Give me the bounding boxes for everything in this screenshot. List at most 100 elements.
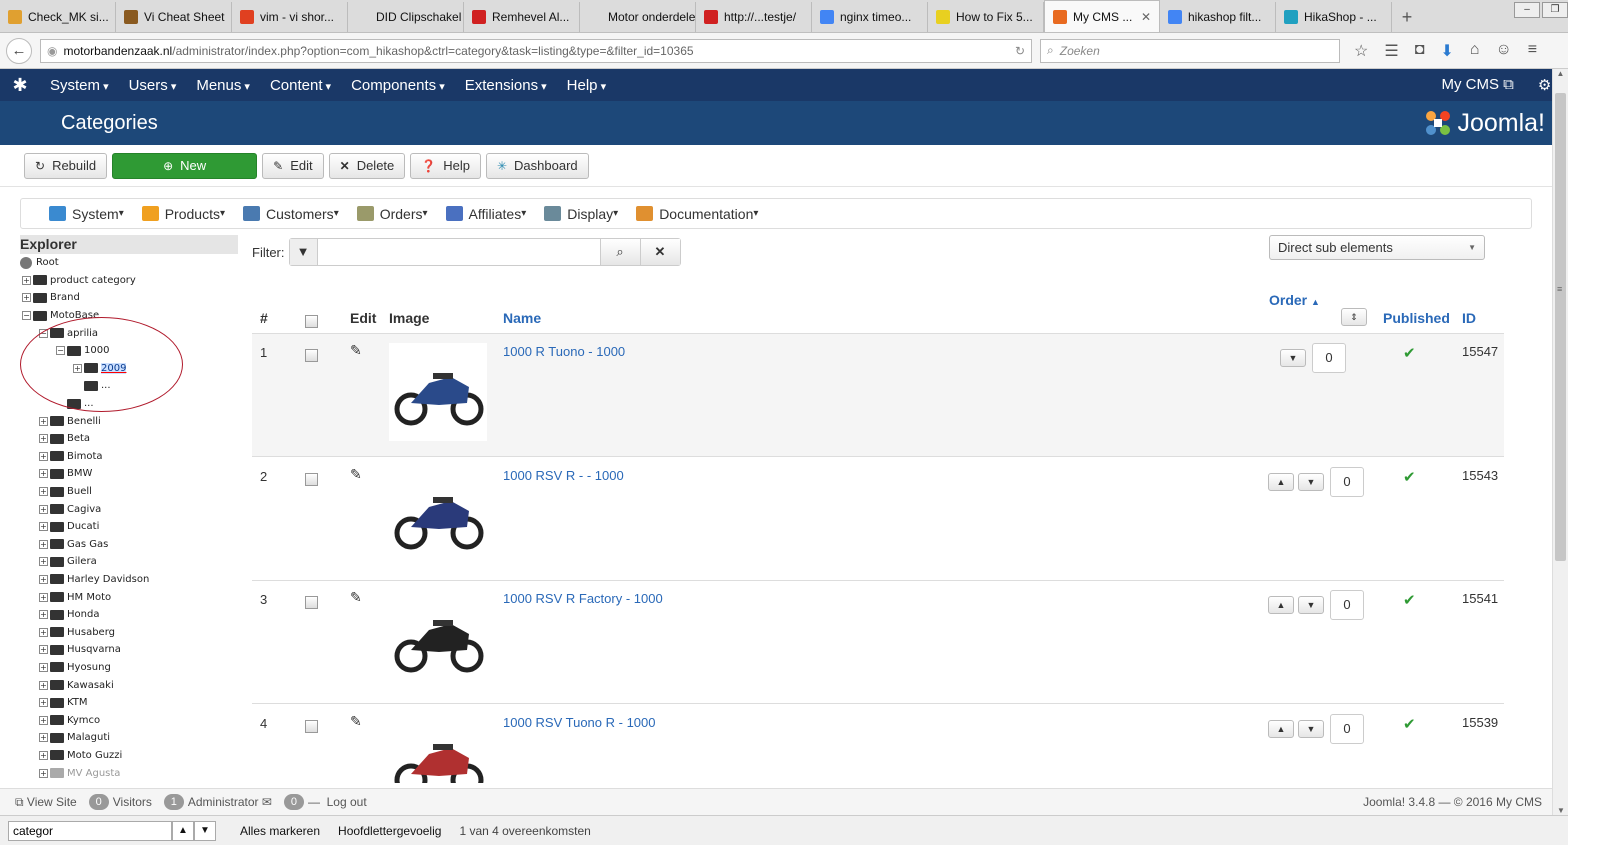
- hikamenu-system[interactable]: System ▾: [49, 206, 124, 222]
- hikamenu-products[interactable]: Products ▾: [141, 206, 225, 222]
- pencil-edit-icon[interactable]: ✎: [350, 713, 362, 730]
- category-name-link[interactable]: 1000 R Tuono - 1000: [503, 344, 625, 359]
- tree-node[interactable]: + Beta: [20, 430, 238, 448]
- find-next-button[interactable]: ▼: [194, 820, 216, 841]
- browser-tab[interactable]: How to Fix 5...: [928, 2, 1044, 32]
- expand-icon[interactable]: +: [39, 416, 48, 426]
- tree-node[interactable]: + Moto Guzzi: [20, 747, 238, 765]
- browser-tab[interactable]: HikaShop - ...: [1276, 2, 1392, 32]
- scroll-up-icon[interactable]: ▲: [1553, 69, 1568, 78]
- tree-root[interactable]: Root: [20, 254, 238, 272]
- hikamenu-customers[interactable]: Customers ▾: [243, 206, 339, 222]
- expand-icon[interactable]: +: [39, 750, 48, 760]
- back-button[interactable]: ←: [6, 37, 32, 64]
- expand-icon[interactable]: +: [39, 733, 48, 743]
- browser-tab[interactable]: nginx timeo...: [812, 2, 928, 32]
- tree-node[interactable]: + Husaberg: [20, 623, 238, 641]
- tree-node[interactable]: + Husqvarna: [20, 641, 238, 659]
- category-name-link[interactable]: 1000 RSV R Factory - 1000: [503, 591, 663, 606]
- expand-icon[interactable]: +: [39, 522, 48, 532]
- row-checkbox[interactable]: [305, 349, 318, 362]
- hikamenu-orders[interactable]: Orders ▾: [356, 206, 428, 222]
- expand-icon[interactable]: +: [39, 698, 48, 708]
- bookmark-star-icon[interactable]: ☆: [1354, 41, 1368, 61]
- hikamenu-affiliates[interactable]: Affiliates ▾: [445, 206, 526, 222]
- dashboard-button[interactable]: ✳ Dashboard: [485, 152, 589, 179]
- published-check-icon[interactable]: ✔: [1403, 468, 1416, 486]
- tree-node[interactable]: + Malaguti: [20, 729, 238, 747]
- move-down-icon[interactable]: ▼: [1298, 596, 1324, 614]
- tree-node[interactable]: + Hyosung: [20, 659, 238, 677]
- direct-sub-elements-select[interactable]: Direct sub elements ▼: [1269, 235, 1485, 260]
- tree-node[interactable]: + Brand: [20, 289, 238, 307]
- tree-node[interactable]: + Honda: [20, 606, 238, 624]
- tree-node[interactable]: +2009: [20, 360, 238, 378]
- expand-icon[interactable]: +: [39, 645, 48, 655]
- logout-link[interactable]: Log out: [327, 795, 367, 809]
- find-previous-button[interactable]: ▲: [172, 820, 194, 841]
- move-up-icon[interactable]: ▲: [1268, 472, 1294, 491]
- hamburger-menu-icon[interactable]: ≡: [1528, 41, 1537, 61]
- menu-menus[interactable]: Menus ▾: [186, 77, 260, 94]
- order-input[interactable]: 0: [1330, 466, 1364, 497]
- pencil-edit-icon[interactable]: ✎: [350, 466, 362, 483]
- tree-node[interactable]: + Kymco: [20, 711, 238, 729]
- download-icon[interactable]: ⬇: [1440, 41, 1453, 61]
- collapse-icon[interactable]: −: [39, 328, 48, 338]
- tree-node[interactable]: + HM Moto: [20, 588, 238, 606]
- restore-icon[interactable]: ❐: [1542, 2, 1568, 18]
- header-name[interactable]: Name: [503, 310, 541, 326]
- expand-icon[interactable]: +: [39, 715, 48, 725]
- tree-node[interactable]: − aprilia: [20, 324, 238, 342]
- browser-tab[interactable]: DID Clipschakel ...: [348, 2, 464, 32]
- expand-icon[interactable]: +: [39, 451, 48, 461]
- expand-icon[interactable]: +: [39, 504, 48, 514]
- rebuild-button[interactable]: ↻ Rebuild: [24, 152, 108, 179]
- search-button[interactable]: ⌕: [599, 239, 640, 265]
- browser-tab[interactable]: http://...testje/: [696, 2, 812, 32]
- hikamenu-display[interactable]: Display ▾: [544, 206, 618, 222]
- row-checkbox[interactable]: [305, 719, 318, 733]
- match-case-toggle[interactable]: Hoofdlettergevoelig: [338, 824, 441, 838]
- menu-components[interactable]: Components ▾: [341, 77, 455, 94]
- edit-button[interactable]: ✎ Edit: [262, 152, 324, 179]
- tree-node[interactable]: +...: [20, 377, 238, 395]
- tree-node[interactable]: − 1000: [20, 342, 238, 360]
- expand-icon[interactable]: +: [73, 363, 82, 373]
- tree-node[interactable]: + Cagiva: [20, 500, 238, 518]
- browser-tab[interactable]: Motor onderdele...: [580, 2, 696, 32]
- expand-icon[interactable]: +: [39, 627, 48, 637]
- published-check-icon[interactable]: ✔: [1403, 591, 1416, 609]
- menu-content[interactable]: Content ▾: [260, 77, 341, 94]
- header-published[interactable]: Published: [1383, 310, 1450, 326]
- pencil-edit-icon[interactable]: ✎: [350, 589, 362, 606]
- clear-filter-button[interactable]: ✕: [639, 239, 680, 265]
- expand-icon[interactable]: +: [39, 539, 48, 549]
- tree-node[interactable]: + Gilera: [20, 553, 238, 571]
- menu-system[interactable]: System ▾: [40, 77, 119, 94]
- tree-node[interactable]: + product category: [20, 272, 238, 290]
- view-site-link[interactable]: View Site: [27, 795, 77, 809]
- delete-button[interactable]: ✕ Delete: [328, 152, 406, 179]
- expand-icon[interactable]: +: [39, 592, 48, 602]
- address-bar[interactable]: ◉ motorbandenzaak.nl /administrator/inde…: [40, 38, 1032, 63]
- new-tab-button[interactable]: +: [1392, 2, 1422, 32]
- hikamenu-documentation[interactable]: Documentation ▾: [636, 206, 758, 222]
- reload-icon[interactable]: ↻: [1015, 44, 1025, 58]
- tree-node[interactable]: + Ducati: [20, 518, 238, 536]
- menu-extensions[interactable]: Extensions ▾: [455, 77, 557, 94]
- row-checkbox[interactable]: [305, 596, 318, 609]
- expand-icon[interactable]: +: [39, 768, 48, 778]
- row-checkbox[interactable]: [305, 472, 318, 486]
- tree-node[interactable]: + Bimota: [20, 448, 238, 466]
- collapse-icon[interactable]: −: [22, 311, 31, 321]
- reading-list-icon[interactable]: ☰: [1384, 41, 1398, 61]
- browser-tab[interactable]: Remhevel Al...: [464, 2, 580, 32]
- collapse-icon[interactable]: −: [56, 346, 65, 356]
- order-input[interactable]: 0: [1330, 590, 1364, 620]
- home-icon[interactable]: ⌂: [1470, 41, 1480, 61]
- browser-tab[interactable]: Vi Cheat Sheet: [116, 2, 232, 32]
- expand-icon[interactable]: +: [39, 469, 48, 479]
- published-check-icon[interactable]: ✔: [1403, 344, 1416, 362]
- expand-icon[interactable]: +: [22, 275, 31, 285]
